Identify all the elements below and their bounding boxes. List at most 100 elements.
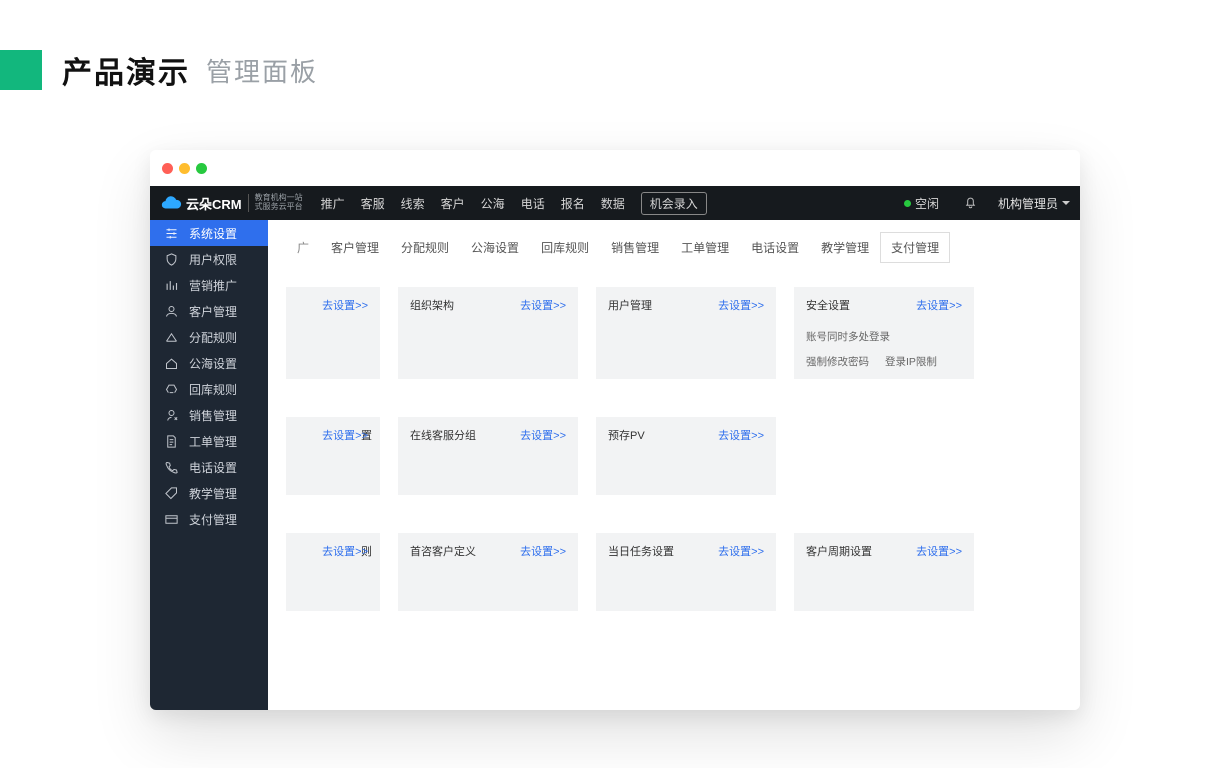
sidebar-item-public-pool[interactable]: 公海设置 (150, 350, 268, 376)
go-settings-link[interactable]: 去设置>> (916, 543, 962, 559)
card-subitems: 账号同时多处登录 强制修改密码 登录IP限制 (806, 329, 962, 369)
settings-card[interactable]: 在线客服分组 去设置>> (398, 417, 578, 495)
topnav-item[interactable]: 客户 (441, 195, 465, 212)
settings-card[interactable]: 组织架构 去设置>> (398, 287, 578, 379)
tag-icon (164, 486, 179, 501)
topnav-item[interactable]: 公海 (481, 195, 505, 212)
sidebar-item-ticket-mgmt[interactable]: 工单管理 (150, 428, 268, 454)
sub-tabs: 广 客户管理 分配规则 公海设置 回库规则 销售管理 工单管理 电话设置 教学管… (286, 232, 1062, 263)
sidebar-item-phone-settings[interactable]: 电话设置 (150, 454, 268, 480)
app-header: 云朵CRM 教育机构一站 式服务云平台 推广 客服 线索 客户 公海 电话 报名… (150, 186, 1080, 220)
sidebar-item-label: 工单管理 (189, 433, 237, 450)
chart-icon (164, 278, 179, 293)
card-icon (164, 512, 179, 527)
distribute-icon (164, 330, 179, 345)
sidebar-item-sales-mgmt[interactable]: 销售管理 (150, 402, 268, 428)
topnav-item[interactable]: 客服 (361, 195, 385, 212)
settings-card[interactable]: 置 去设置>> (286, 417, 380, 495)
topnav-item[interactable]: 线索 (401, 195, 425, 212)
go-settings-link[interactable]: 去设置>> (916, 297, 962, 313)
topnav-item[interactable]: 推广 (321, 195, 345, 212)
phone-icon (164, 460, 179, 475)
heading-accent-bar (0, 50, 42, 90)
settings-card[interactable]: 当日任务设置 去设置>> (596, 533, 776, 611)
logo-cloud-icon (160, 192, 182, 214)
go-settings-link[interactable]: 去设置>> (322, 427, 368, 443)
sidebar-item-label: 教学管理 (189, 485, 237, 502)
minimize-icon[interactable] (179, 163, 190, 174)
tab-item[interactable]: 销售管理 (600, 232, 670, 263)
go-settings-link[interactable]: 去设置>> (718, 427, 764, 443)
user-label: 机构管理员 (998, 195, 1058, 212)
tab-item[interactable]: 分配规则 (390, 232, 460, 263)
sidebar-item-teaching-mgmt[interactable]: 教学管理 (150, 480, 268, 506)
sidebar-item-system-settings[interactable]: 系统设置 (150, 220, 268, 246)
tab-item[interactable]: 支付管理 (880, 232, 950, 263)
user-icon (164, 304, 179, 319)
sidebar-item-assign-rules[interactable]: 分配规则 (150, 324, 268, 350)
window-traffic-lights (150, 150, 1080, 186)
recycle-icon (164, 382, 179, 397)
cards-row: 则 去设置>> 首咨客户定义 去设置>> 当日任务设置 去设置>> 客户周期设置… (286, 533, 1062, 611)
tab-item[interactable]: 广 (286, 232, 320, 263)
card-title: 安全设置 (806, 300, 850, 312)
shield-icon (164, 252, 179, 267)
status-text: 空闲 (915, 195, 939, 212)
settings-card[interactable]: 用户管理 去设置>> (596, 287, 776, 379)
card-title: 预存PV (608, 430, 645, 442)
card-title: 当日任务设置 (608, 546, 674, 558)
app-body: 系统设置 用户权限 营销推广 客户管理 分配规则 公海设置 (150, 220, 1080, 710)
go-settings-link[interactable]: 去设置>> (520, 427, 566, 443)
go-settings-link[interactable]: 去设置>> (322, 297, 368, 313)
tab-item[interactable]: 电话设置 (740, 232, 810, 263)
card-title: 首咨客户定义 (410, 546, 476, 558)
sidebar-item-return-rules[interactable]: 回库规则 (150, 376, 268, 402)
tab-item[interactable]: 客户管理 (320, 232, 390, 263)
go-settings-link[interactable]: 去设置>> (520, 543, 566, 559)
document-icon (164, 434, 179, 449)
house-icon (164, 356, 179, 371)
go-settings-link[interactable]: 去设置>> (718, 543, 764, 559)
close-icon[interactable] (162, 163, 173, 174)
page-heading: 产品演示 管理面板 (0, 48, 1210, 92)
tab-item[interactable]: 公海设置 (460, 232, 530, 263)
settings-card[interactable]: 安全设置 去设置>> 账号同时多处登录 强制修改密码 登录IP限制 (794, 287, 974, 379)
card-title: 组织架构 (410, 300, 454, 312)
topnav-item[interactable]: 报名 (561, 195, 585, 212)
settings-card[interactable]: 则 去设置>> (286, 533, 380, 611)
bell-icon[interactable] (963, 194, 978, 212)
card-title: 客户周期设置 (806, 546, 872, 558)
sidebar-item-payment-mgmt[interactable]: 支付管理 (150, 506, 268, 532)
sidebar-item-label: 系统设置 (189, 225, 237, 242)
topnav-item[interactable]: 数据 (601, 195, 625, 212)
settings-card[interactable]: 客户周期设置 去设置>> (794, 533, 974, 611)
sidebar-item-label: 客户管理 (189, 303, 237, 320)
card-title: 在线客服分组 (410, 430, 476, 442)
sidebar-item-label: 销售管理 (189, 407, 237, 424)
chevron-down-icon (1062, 201, 1070, 205)
go-settings-link[interactable]: 去设置>> (322, 543, 368, 559)
go-settings-link[interactable]: 去设置>> (718, 297, 764, 313)
heading-main: 产品演示 (62, 48, 190, 92)
settings-card[interactable]: 预存PV 去设置>> (596, 417, 776, 495)
sidebar-item-user-permissions[interactable]: 用户权限 (150, 246, 268, 272)
card-title: 用户管理 (608, 300, 652, 312)
sidebar: 系统设置 用户权限 营销推广 客户管理 分配规则 公海设置 (150, 220, 268, 710)
topnav-item[interactable]: 电话 (521, 195, 545, 212)
settings-card[interactable]: 去设置>> (286, 287, 380, 379)
card-subitem: 登录IP限制 (885, 354, 937, 369)
heading-sub: 管理面板 (206, 52, 318, 89)
main-content: 广 客户管理 分配规则 公海设置 回库规则 销售管理 工单管理 电话设置 教学管… (268, 220, 1080, 710)
user-menu[interactable]: 机构管理员 (998, 195, 1070, 212)
maximize-icon[interactable] (196, 163, 207, 174)
sidebar-item-label: 公海设置 (189, 355, 237, 372)
tab-item[interactable]: 回库规则 (530, 232, 600, 263)
go-settings-link[interactable]: 去设置>> (520, 297, 566, 313)
logo-text: 云朵CRM (186, 194, 242, 213)
sidebar-item-customer-mgmt[interactable]: 客户管理 (150, 298, 268, 324)
record-button[interactable]: 机会录入 (641, 192, 707, 215)
settings-card[interactable]: 首咨客户定义 去设置>> (398, 533, 578, 611)
tab-item[interactable]: 教学管理 (810, 232, 880, 263)
tab-item[interactable]: 工单管理 (670, 232, 740, 263)
sidebar-item-marketing[interactable]: 营销推广 (150, 272, 268, 298)
